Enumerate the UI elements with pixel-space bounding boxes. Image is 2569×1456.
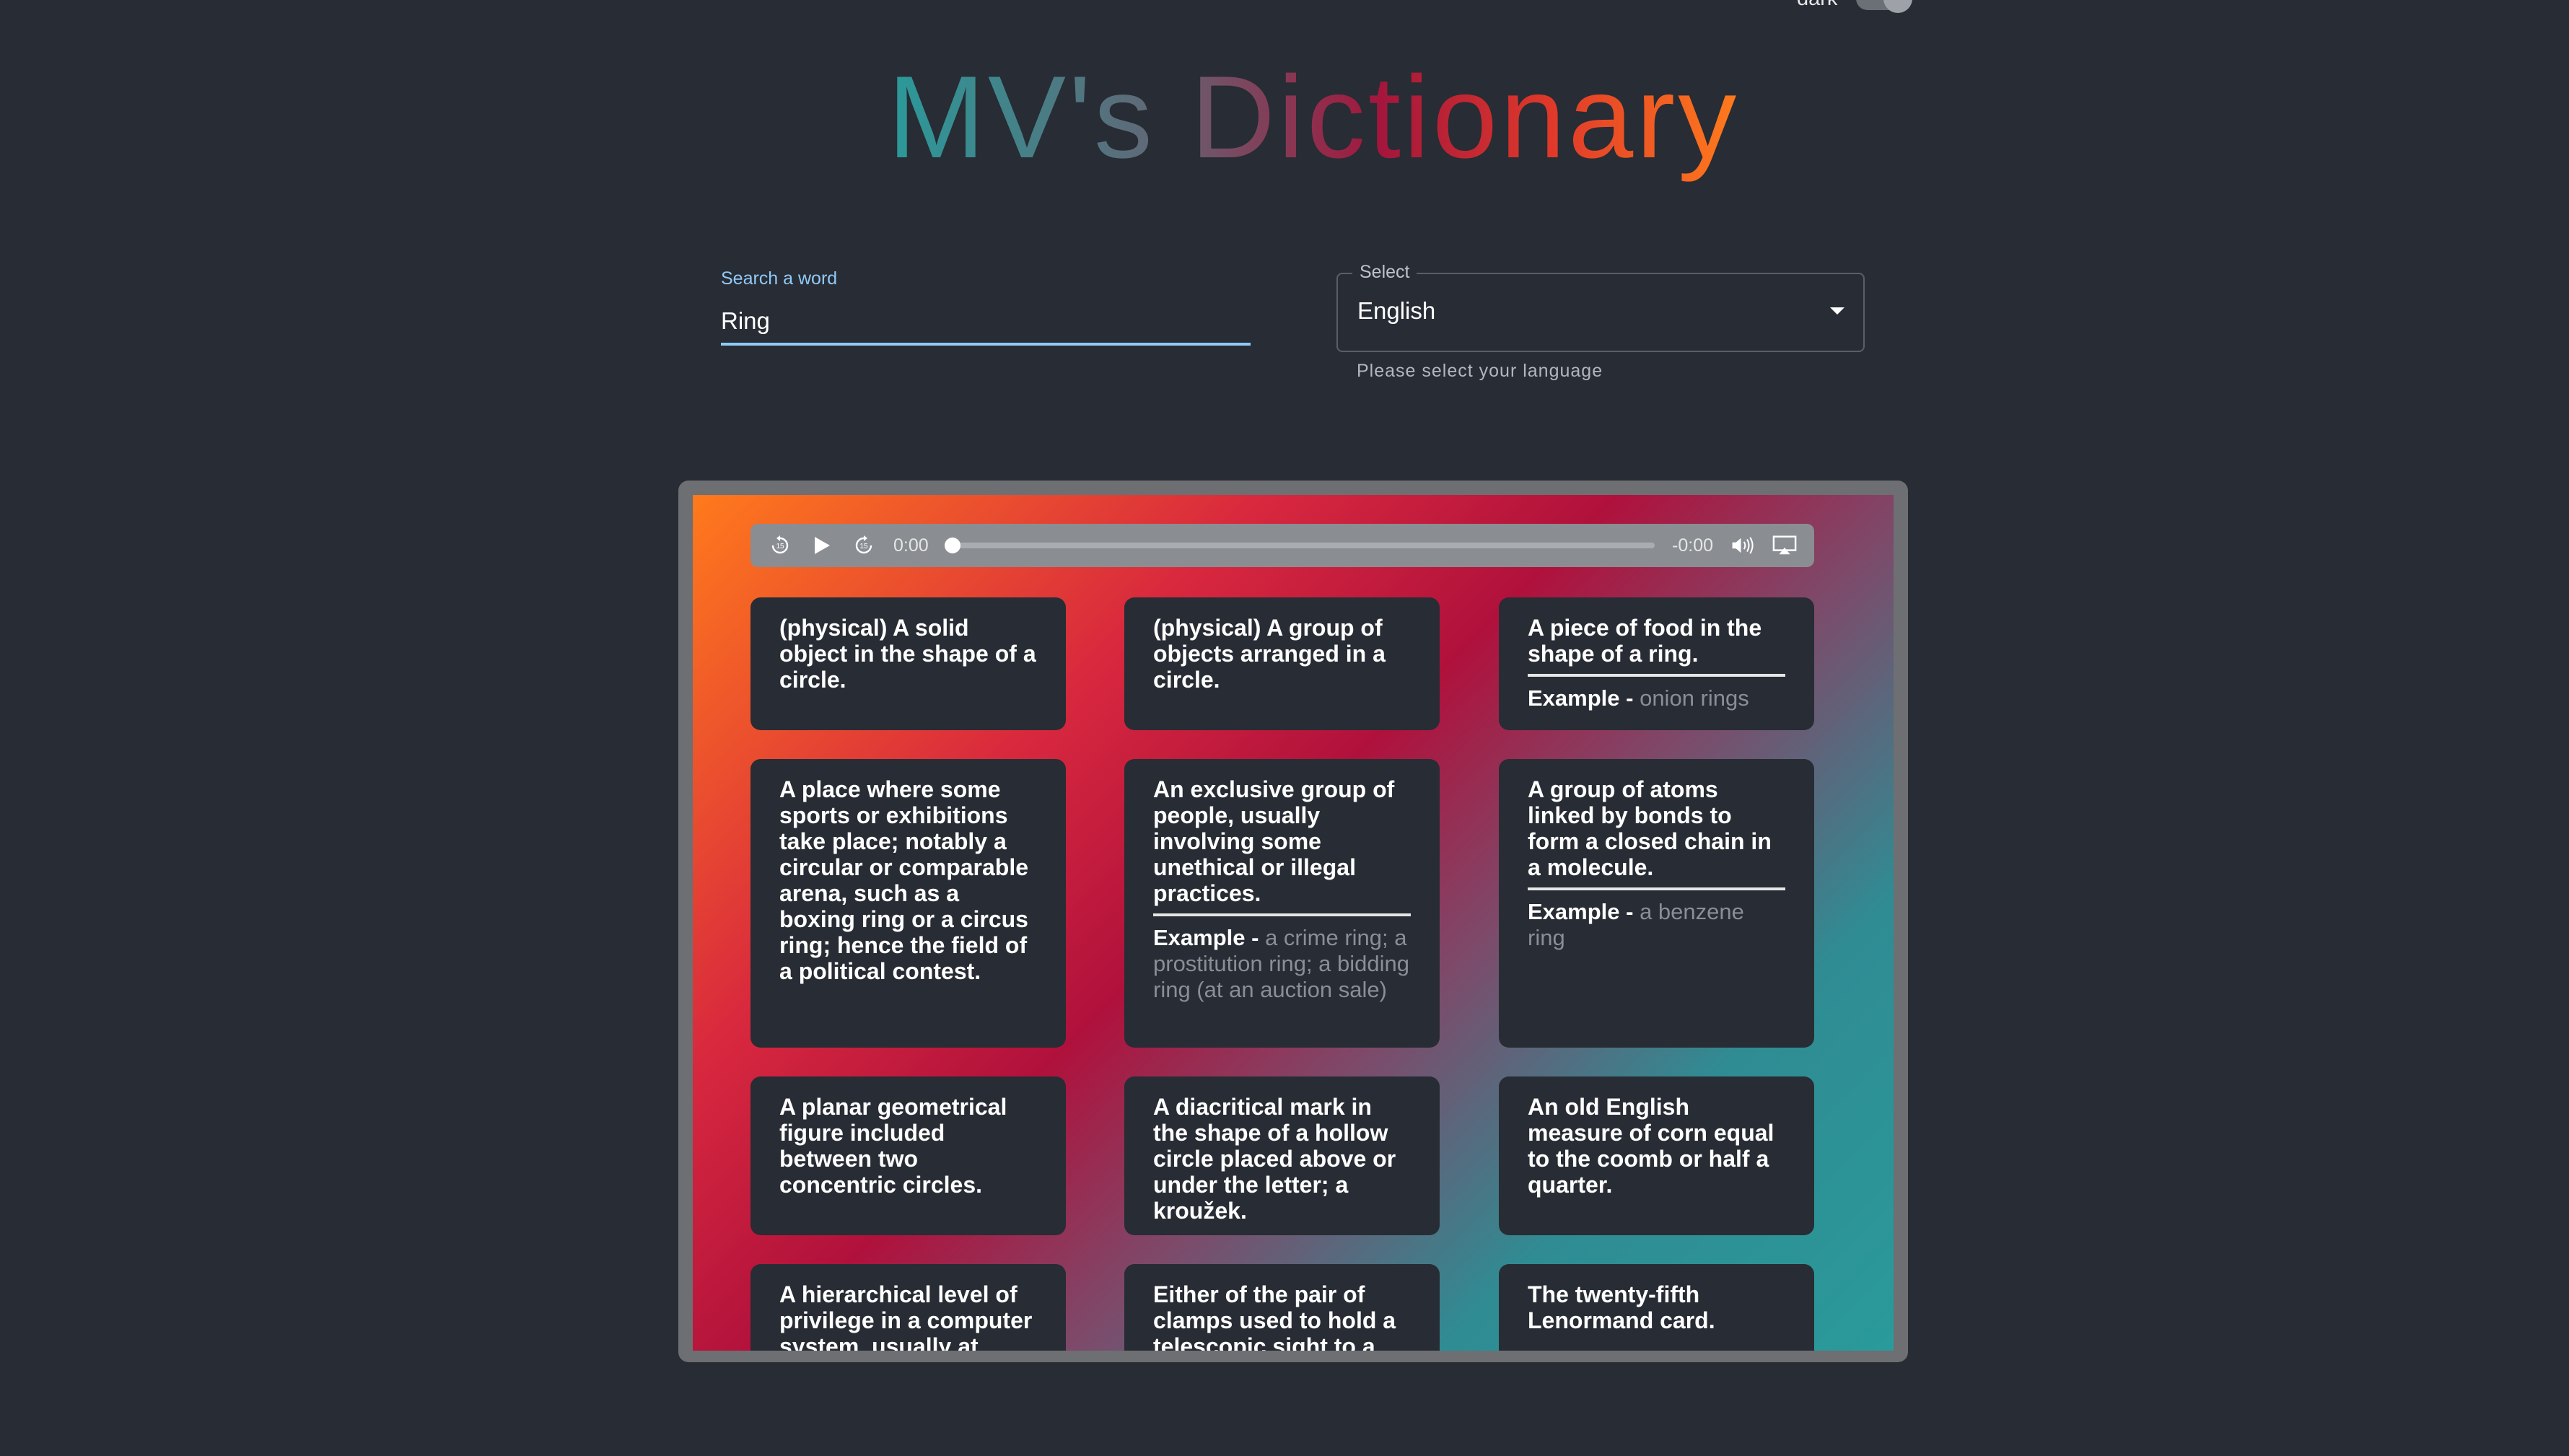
definition-text: A hierarchical level of privilege in a c… [779,1281,1033,1351]
rewind-15-icon[interactable]: 15 [768,533,792,558]
select-value[interactable]: English [1357,297,1435,325]
example-text: Example - onion rings [1528,685,1785,711]
svg-text:15: 15 [859,543,868,551]
definition-text: (physical) A group of objects arranged i… [1153,615,1386,693]
volume-icon[interactable] [1730,533,1755,558]
chevron-down-icon[interactable] [1830,307,1844,315]
theme-toggle[interactable]: dark [1797,0,1913,13]
definition-text: A piece of food in the shape of a ring. [1528,615,1762,667]
definition-card: An old English measure of corn equal to … [1499,1076,1814,1235]
language-select[interactable]: Select English [1336,262,1865,352]
theme-toggle-switch[interactable] [1856,0,1913,13]
example-value: onion rings [1640,685,1749,711]
remaining-time: -0:00 [1672,535,1713,556]
definition-card: The twenty-fifth Lenormand card. [1499,1264,1814,1351]
example-label: Example - [1528,899,1634,924]
search-underline [721,343,1251,346]
forward-15-icon[interactable]: 15 [852,533,876,558]
definition-card: A hierarchical level of privilege in a c… [750,1264,1066,1351]
definition-text: The twenty-fifth Lenormand card. [1528,1281,1715,1333]
definition-card: Either of the pair of clamps used to hol… [1124,1264,1440,1351]
definition-card: A place where some sports or exhibitions… [750,759,1066,1048]
definition-text: A place where some sports or exhibitions… [779,776,1029,984]
results-scroll-area[interactable]: 15 15 0:00 -0:00 (physical) A solid obje… [693,495,1894,1351]
definition-text: A planar geometrical figure included bet… [779,1094,1007,1198]
airplay-icon[interactable] [1772,533,1797,558]
select-legend: Select [1352,262,1417,283]
search-label: Search a word [721,268,838,289]
definition-text: A diacritical mark in the shape of a hol… [1153,1094,1396,1224]
toggle-thumb[interactable] [1883,0,1913,13]
seek-thumb[interactable] [944,538,960,553]
seek-bar[interactable] [944,538,1655,553]
definition-card: (physical) A solid object in the shape o… [750,597,1066,730]
definition-text: Either of the pair of clamps used to hol… [1153,1281,1396,1351]
current-time: 0:00 [893,535,929,556]
page-title: MV's Dictionary [888,51,1739,185]
definition-card: A group of atoms linked by bonds to form… [1499,759,1814,1048]
results-panel: 15 15 0:00 -0:00 (physical) A solid obje… [678,481,1908,1362]
divider [1153,913,1411,916]
definition-card: A piece of food in the shape of a ring. … [1499,597,1814,730]
theme-toggle-label: dark [1797,0,1837,11]
definition-text: An old English measure of corn equal to … [1528,1094,1774,1198]
divider [1528,887,1785,890]
play-icon[interactable] [810,533,834,558]
example-text: Example - a crime ring; a prostitution r… [1153,925,1411,1003]
example-text: Example - a benzene ring [1528,899,1785,951]
search-input[interactable] [721,305,1251,337]
audio-player: 15 15 0:00 -0:00 [750,524,1814,567]
definition-card: A diacritical mark in the shape of a hol… [1124,1076,1440,1235]
definition-text: (physical) A solid object in the shape o… [779,615,1036,693]
definition-text: An exclusive group of people, usually in… [1153,776,1395,906]
definition-card: (physical) A group of objects arranged i… [1124,597,1440,730]
divider [1528,674,1785,677]
example-label: Example - [1153,925,1259,950]
search-field[interactable]: Search a word [721,268,1251,346]
svg-text:15: 15 [776,543,784,551]
example-label: Example - [1528,685,1634,711]
definition-card: An exclusive group of people, usually in… [1124,759,1440,1048]
definition-text: A group of atoms linked by bonds to form… [1528,776,1772,880]
select-helper-text: Please select your language [1357,361,1603,381]
definition-card: A planar geometrical figure included bet… [750,1076,1066,1235]
